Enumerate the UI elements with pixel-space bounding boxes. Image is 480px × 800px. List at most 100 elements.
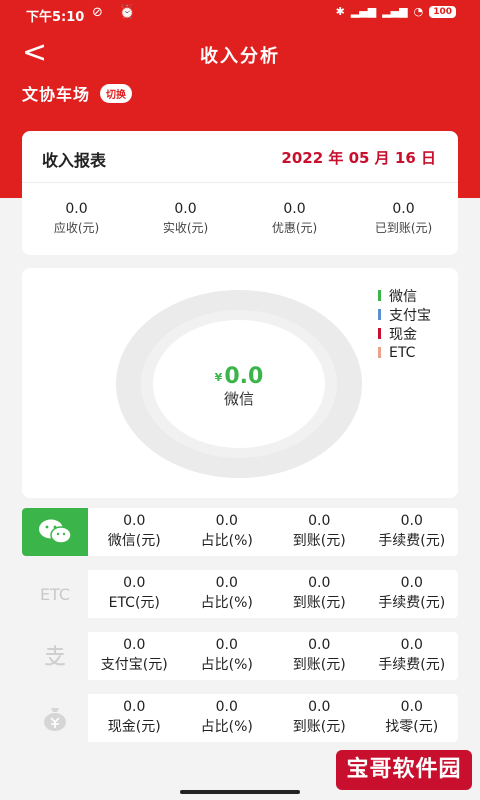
legend-item-etc: ETC	[378, 343, 431, 362]
chart-legend: 微信 支付宝 现金 ETC	[378, 286, 431, 362]
nav-bar: < 收入分析	[0, 34, 480, 74]
stat-received: 0.0 实收(元)	[131, 201, 240, 236]
legend-item-cash: 现金	[378, 324, 431, 343]
row-col: 0.0 到账(元)	[273, 575, 366, 612]
stat-receivable: 0.0 应收(元)	[22, 201, 131, 236]
status-right-icons: ✱ ▂▄▆ ▂▄▆ ◔ 100	[336, 5, 456, 18]
signal-icon: ▂▄▆	[350, 5, 377, 18]
report-date-picker[interactable]: 2022 年 05 月 16 日	[281, 147, 436, 168]
stat-settled: 0.0 已到账(元)	[349, 201, 458, 236]
row-label: 手续费(元)	[378, 595, 446, 611]
report-header: 收入报表 2022 年 05 月 16 日	[22, 131, 458, 183]
legend-label: 微信	[389, 288, 417, 305]
row-values: 0.0 支付宝(元) 0.0 占比(%) 0.0 到账(元) 0.0 手续费(元)	[88, 637, 458, 674]
income-report-card: 收入报表 2022 年 05 月 16 日 0.0 应收(元) 0.0 实收(元…	[22, 131, 458, 255]
row-label: 微信(元)	[107, 533, 161, 549]
row-label: ETC(元)	[108, 595, 160, 611]
report-title: 收入报表	[42, 151, 107, 170]
legend-label: 支付宝	[389, 307, 431, 324]
row-value: 0.0	[400, 513, 423, 529]
row-value: 0.0	[123, 575, 146, 591]
row-label: 到账(元)	[292, 657, 346, 673]
row-col: 0.0 手续费(元)	[366, 637, 459, 674]
row-col: 0.0 到账(元)	[273, 699, 366, 736]
stat-value: 0.0	[174, 201, 197, 217]
payment-row-cash[interactable]: 0.0 现金(元) 0.0 占比(%) 0.0 到账(元) 0.0 找零(元)	[22, 694, 458, 742]
row-col: 0.0 到账(元)	[273, 637, 366, 674]
stat-label: 实收(元)	[162, 221, 209, 235]
row-col: 0.0 现金(元)	[88, 699, 181, 736]
row-value: 0.0	[215, 513, 238, 529]
row-col: 0.0 占比(%)	[181, 575, 274, 612]
row-label: 到账(元)	[292, 719, 346, 735]
row-label: 手续费(元)	[378, 657, 446, 673]
stat-value: 0.0	[392, 201, 415, 217]
row-col: 0.0 占比(%)	[181, 699, 274, 736]
row-value: 0.0	[215, 699, 238, 715]
home-indicator[interactable]	[180, 790, 300, 794]
row-label: 到账(元)	[292, 595, 346, 611]
row-col: 0.0 手续费(元)	[366, 513, 459, 550]
donut-center-value: ¥0.0	[116, 364, 362, 389]
row-label: 手续费(元)	[378, 533, 446, 549]
row-col: 0.0 手续费(元)	[366, 575, 459, 612]
center-amount: 0.0	[224, 364, 264, 389]
row-col: 0.0 微信(元)	[88, 513, 181, 550]
row-value: 0.0	[215, 637, 238, 653]
wechat-icon	[22, 508, 88, 556]
row-value: 0.0	[308, 637, 331, 653]
legend-swatch	[378, 328, 381, 339]
row-value: 0.0	[400, 699, 423, 715]
row-label: 占比(%)	[200, 719, 253, 735]
row-value: 0.0	[123, 699, 146, 715]
row-value: 0.0	[308, 575, 331, 591]
row-value: 0.0	[400, 637, 423, 653]
cash-icon	[22, 694, 88, 742]
row-label: 现金(元)	[107, 719, 161, 735]
row-value: 0.0	[123, 637, 146, 653]
row-col: 0.0 到账(元)	[273, 513, 366, 550]
alipay-icon	[22, 632, 88, 680]
legend-label: 现金	[389, 326, 417, 343]
payment-row-etc[interactable]: ETC 0.0 ETC(元) 0.0 占比(%) 0.0 到账(元) 0.0 手续费(元…	[22, 570, 458, 618]
wifi-icon: ◔	[413, 5, 424, 18]
currency-symbol: ¥	[214, 370, 223, 384]
status-notification-icons: ⊘ ⏰	[92, 5, 142, 20]
legend-swatch	[378, 290, 381, 301]
status-bar: 下午5:10 ⊘ ⏰ ✱ ▂▄▆ ▂▄▆ ◔ 100	[0, 0, 480, 28]
row-label: 找零(元)	[385, 719, 439, 735]
donut-center-label: 微信	[223, 390, 254, 408]
row-value: 0.0	[308, 513, 331, 529]
row-col: 0.0 占比(%)	[181, 637, 274, 674]
row-value: 0.0	[123, 513, 146, 529]
stat-discount: 0.0 优惠(元)	[240, 201, 349, 236]
status-time: 下午5:10	[26, 10, 85, 25]
bluetooth-icon: ✱	[335, 5, 345, 18]
switch-store-button[interactable]: 切换	[100, 83, 133, 103]
payment-row-wechat[interactable]: 0.0 微信(元) 0.0 占比(%) 0.0 到账(元) 0.0 手续费(元)	[22, 508, 458, 556]
row-value: 0.0	[215, 575, 238, 591]
row-label: 到账(元)	[292, 533, 346, 549]
stat-label: 已到账(元)	[374, 221, 433, 235]
stat-value: 0.0	[283, 201, 306, 217]
row-label: 占比(%)	[200, 595, 253, 611]
signal-icon-2: ▂▄▆	[382, 5, 408, 18]
row-col: 0.0 ETC(元)	[88, 575, 181, 612]
payment-donut-chart-card: ¥0.0 微信 微信 支付宝 现金 ETC	[22, 268, 458, 498]
stat-label: 应收(元)	[53, 221, 100, 235]
store-selector: 文协车场 切换	[22, 81, 133, 105]
page-title: 收入分析	[200, 46, 280, 67]
row-label: 占比(%)	[200, 533, 253, 549]
watermark-logo: 宝哥软件园	[336, 750, 472, 790]
row-col: 0.0 占比(%)	[181, 513, 274, 550]
row-col: 0.0 支付宝(元)	[88, 637, 181, 674]
row-values: 0.0 现金(元) 0.0 占比(%) 0.0 到账(元) 0.0 找零(元)	[88, 699, 458, 736]
row-value: 0.0	[308, 699, 331, 715]
legend-swatch	[378, 347, 381, 358]
legend-item-alipay: 支付宝	[378, 305, 431, 324]
legend-label: ETC	[389, 344, 416, 361]
battery-icon: 100	[429, 5, 456, 18]
store-name: 文协车场	[22, 85, 91, 104]
payment-row-alipay[interactable]: 0.0 支付宝(元) 0.0 占比(%) 0.0 到账(元) 0.0 手续费(元)	[22, 632, 458, 680]
etc-icon: ETC	[22, 570, 88, 618]
